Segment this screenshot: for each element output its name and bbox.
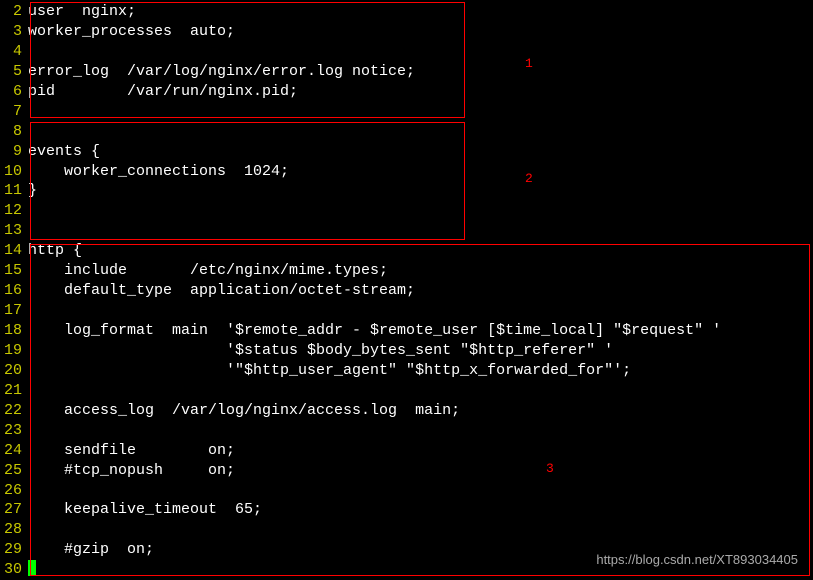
annotation-label-2: 2: [525, 170, 533, 187]
code-text: #gzip on;: [28, 540, 154, 560]
line-number: 8: [0, 122, 28, 142]
code-line[interactable]: 13: [0, 221, 813, 241]
code-line[interactable]: 4: [0, 42, 813, 62]
line-number: 20: [0, 361, 28, 381]
code-text: events {: [28, 142, 100, 162]
line-number: 5: [0, 62, 28, 82]
code-text: default_type application/octet-stream;: [28, 281, 415, 301]
code-line[interactable]: 23: [0, 421, 813, 441]
code-text: }: [28, 181, 37, 201]
line-number: 21: [0, 381, 28, 401]
line-number: 6: [0, 82, 28, 102]
line-number: 18: [0, 321, 28, 341]
annotation-label-3: 3: [546, 460, 554, 477]
code-text: include /etc/nginx/mime.types;: [28, 261, 388, 281]
code-text: user nginx;: [28, 2, 136, 22]
line-number: 25: [0, 461, 28, 481]
line-number: 30: [0, 560, 28, 580]
line-number: 14: [0, 241, 28, 261]
code-line[interactable]: 12: [0, 201, 813, 221]
line-number: 9: [0, 142, 28, 162]
line-number: 13: [0, 221, 28, 241]
line-number: 27: [0, 500, 28, 520]
code-text: '"$http_user_agent" "$http_x_forwarded_f…: [28, 361, 631, 381]
code-line[interactable]: 9events {: [0, 142, 813, 162]
code-line[interactable]: 24 sendfile on;: [0, 441, 813, 461]
line-number: 16: [0, 281, 28, 301]
code-line[interactable]: 18 log_format main '$remote_addr - $remo…: [0, 321, 813, 341]
code-text: worker_processes auto;: [28, 22, 235, 42]
code-text: access_log /var/log/nginx/access.log mai…: [28, 401, 460, 421]
code-line[interactable]: 28: [0, 520, 813, 540]
code-line[interactable]: 26: [0, 481, 813, 501]
code-line[interactable]: 10 worker_connections 1024;: [0, 162, 813, 182]
code-line[interactable]: 16 default_type application/octet-stream…: [0, 281, 813, 301]
watermark: https://blog.csdn.net/XT893034405: [596, 551, 798, 568]
code-line[interactable]: 3worker_processes auto;: [0, 22, 813, 42]
code-text: error_log /var/log/nginx/error.log notic…: [28, 62, 415, 82]
code-line[interactable]: 19 '$status $body_bytes_sent "$http_refe…: [0, 341, 813, 361]
code-line[interactable]: 2user nginx;: [0, 2, 813, 22]
code-text: http {: [28, 241, 82, 261]
code-line[interactable]: 7: [0, 102, 813, 122]
code-text: '$status $body_bytes_sent "$http_referer…: [28, 341, 613, 361]
code-line[interactable]: 14http {: [0, 241, 813, 261]
line-number: 24: [0, 441, 28, 461]
line-number: 26: [0, 481, 28, 501]
line-number: 4: [0, 42, 28, 62]
cursor: [28, 560, 36, 576]
code-text: #tcp_nopush on;: [28, 461, 235, 481]
code-line[interactable]: 11}: [0, 181, 813, 201]
line-number: 3: [0, 22, 28, 42]
line-number: 28: [0, 520, 28, 540]
code-line[interactable]: 5error_log /var/log/nginx/error.log noti…: [0, 62, 813, 82]
line-number: 10: [0, 162, 28, 182]
code-line[interactable]: 17: [0, 301, 813, 321]
code-line[interactable]: 27 keepalive_timeout 65;: [0, 500, 813, 520]
code-line[interactable]: 15 include /etc/nginx/mime.types;: [0, 261, 813, 281]
code-text: keepalive_timeout 65;: [28, 500, 262, 520]
code-line[interactable]: 20 '"$http_user_agent" "$http_x_forwarde…: [0, 361, 813, 381]
line-number: 7: [0, 102, 28, 122]
code-text: worker_connections 1024;: [28, 162, 289, 182]
code-text: log_format main '$remote_addr - $remote_…: [28, 321, 721, 341]
line-number: 23: [0, 421, 28, 441]
line-number: 17: [0, 301, 28, 321]
line-number: 12: [0, 201, 28, 221]
line-number: 15: [0, 261, 28, 281]
line-number: 29: [0, 540, 28, 560]
code-text: pid /var/run/nginx.pid;: [28, 82, 298, 102]
line-number: 11: [0, 181, 28, 201]
code-line[interactable]: 8: [0, 122, 813, 142]
code-editor[interactable]: 2user nginx;3worker_processes auto;45err…: [0, 0, 813, 580]
line-number: 2: [0, 2, 28, 22]
code-text: sendfile on;: [28, 441, 235, 461]
annotation-label-1: 1: [525, 55, 533, 72]
code-line[interactable]: 22 access_log /var/log/nginx/access.log …: [0, 401, 813, 421]
code-line[interactable]: 6pid /var/run/nginx.pid;: [0, 82, 813, 102]
line-number: 19: [0, 341, 28, 361]
code-line[interactable]: 25 #tcp_nopush on;: [0, 461, 813, 481]
code-line[interactable]: 21: [0, 381, 813, 401]
line-number: 22: [0, 401, 28, 421]
